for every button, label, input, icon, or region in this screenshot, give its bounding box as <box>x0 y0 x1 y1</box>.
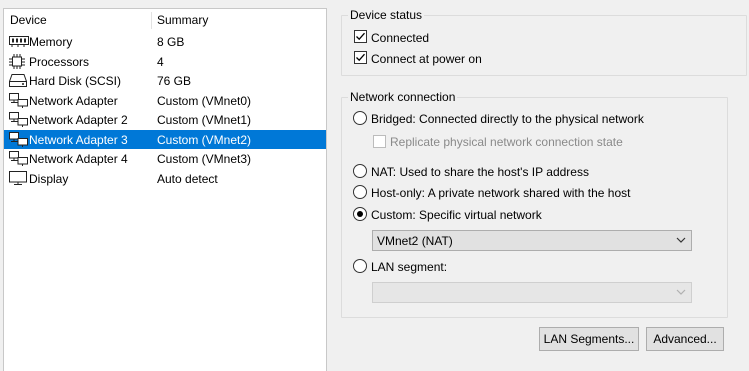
processor-icon <box>9 53 29 69</box>
nat-radio[interactable] <box>353 164 367 178</box>
host-only-radio[interactable] <box>353 185 367 199</box>
device-status-title: Device status <box>348 8 425 23</box>
device-summary: Auto detect <box>157 171 218 186</box>
lan-segment-radio[interactable] <box>353 259 367 273</box>
device-summary: Custom (VMnet0) <box>157 93 252 108</box>
device-summary: 8 GB <box>157 35 185 49</box>
chevron-down-icon <box>676 237 686 243</box>
device-row[interactable]: Network Adapter Custom (VMnet0) <box>4 91 326 111</box>
device-row[interactable]: Memory 8 GB <box>4 32 326 52</box>
lan-segments-button[interactable]: LAN Segments... <box>539 327 639 351</box>
device-list-header: Device Summary <box>4 9 326 31</box>
display-icon <box>9 170 29 186</box>
device-name: Processors <box>29 54 90 69</box>
device-row[interactable]: Network Adapter 2 Custom (VMnet1) <box>4 110 326 130</box>
network-adapter-icon <box>9 112 29 127</box>
bridged-label[interactable]: Bridged: Connected directly to the physi… <box>371 112 644 126</box>
device-summary: 4 <box>157 54 164 69</box>
connected-checkbox[interactable] <box>354 30 367 43</box>
device-status-group: Device status <box>341 8 747 76</box>
memory-icon <box>9 34 29 49</box>
device-name: Network Adapter <box>29 93 118 108</box>
host-only-label[interactable]: Host-only: A private network shared with… <box>371 186 630 200</box>
device-name: Network Adapter 4 <box>29 152 128 166</box>
custom-label[interactable]: Custom: Specific virtual network <box>371 208 542 222</box>
bridged-radio[interactable] <box>353 111 367 125</box>
lan-segment-dropdown[interactable] <box>372 282 692 303</box>
device-list[interactable]: Device Summary Memory 8 GB Processors 4 Hard… <box>3 8 327 371</box>
hard-disk-icon <box>8 73 29 88</box>
device-rows: Memory 8 GB Processors 4 Hard Disk (SCSI) 76 … <box>4 32 326 188</box>
lan-segment-label[interactable]: LAN segment: <box>371 260 447 274</box>
network-connection-title: Network connection <box>348 90 458 105</box>
connected-label[interactable]: Connected <box>371 31 429 45</box>
device-column-header[interactable]: Device <box>10 13 47 27</box>
network-adapter-icon <box>9 131 29 147</box>
device-row[interactable]: Processors 4 <box>4 52 326 72</box>
column-separator[interactable] <box>151 12 152 29</box>
replicate-checkbox[interactable] <box>373 135 386 148</box>
connect-at-power-on-label[interactable]: Connect at power on <box>371 52 482 66</box>
custom-network-value: VMnet2 (NAT) <box>377 234 453 248</box>
device-summary: Custom (VMnet3) <box>157 152 252 166</box>
device-row[interactable]: Network Adapter 3 Custom (VMnet2) <box>4 129 326 149</box>
radio-selected-dot <box>357 211 363 217</box>
custom-network-dropdown[interactable]: VMnet2 (NAT) <box>372 230 692 251</box>
device-name: Network Adapter 3 <box>29 132 128 147</box>
device-name: Display <box>29 171 69 186</box>
device-row[interactable]: Hard Disk (SCSI) 76 GB <box>4 71 326 91</box>
device-name: Network Adapter 2 <box>29 113 128 127</box>
nat-label[interactable]: NAT: Used to share the host's IP address <box>371 165 589 179</box>
device-summary: Custom (VMnet2) <box>157 132 252 147</box>
connect-at-power-on-checkbox[interactable] <box>354 51 367 64</box>
device-summary: 76 GB <box>157 74 192 88</box>
network-adapter-icon <box>9 92 29 108</box>
network-adapter-icon <box>9 151 29 166</box>
device-row[interactable]: Network Adapter 4 Custom (VMnet3) <box>4 149 326 169</box>
device-summary: Custom (VMnet1) <box>157 113 252 127</box>
device-row[interactable]: Display Auto detect <box>4 169 326 189</box>
chevron-down-icon <box>676 289 686 295</box>
replicate-label[interactable]: Replicate physical network connection st… <box>390 135 623 149</box>
custom-radio[interactable] <box>353 207 367 221</box>
summary-column-header[interactable]: Summary <box>157 13 208 27</box>
device-name: Hard Disk (SCSI) <box>29 74 122 88</box>
device-name: Memory <box>29 35 73 49</box>
advanced-button[interactable]: Advanced... <box>646 327 724 351</box>
